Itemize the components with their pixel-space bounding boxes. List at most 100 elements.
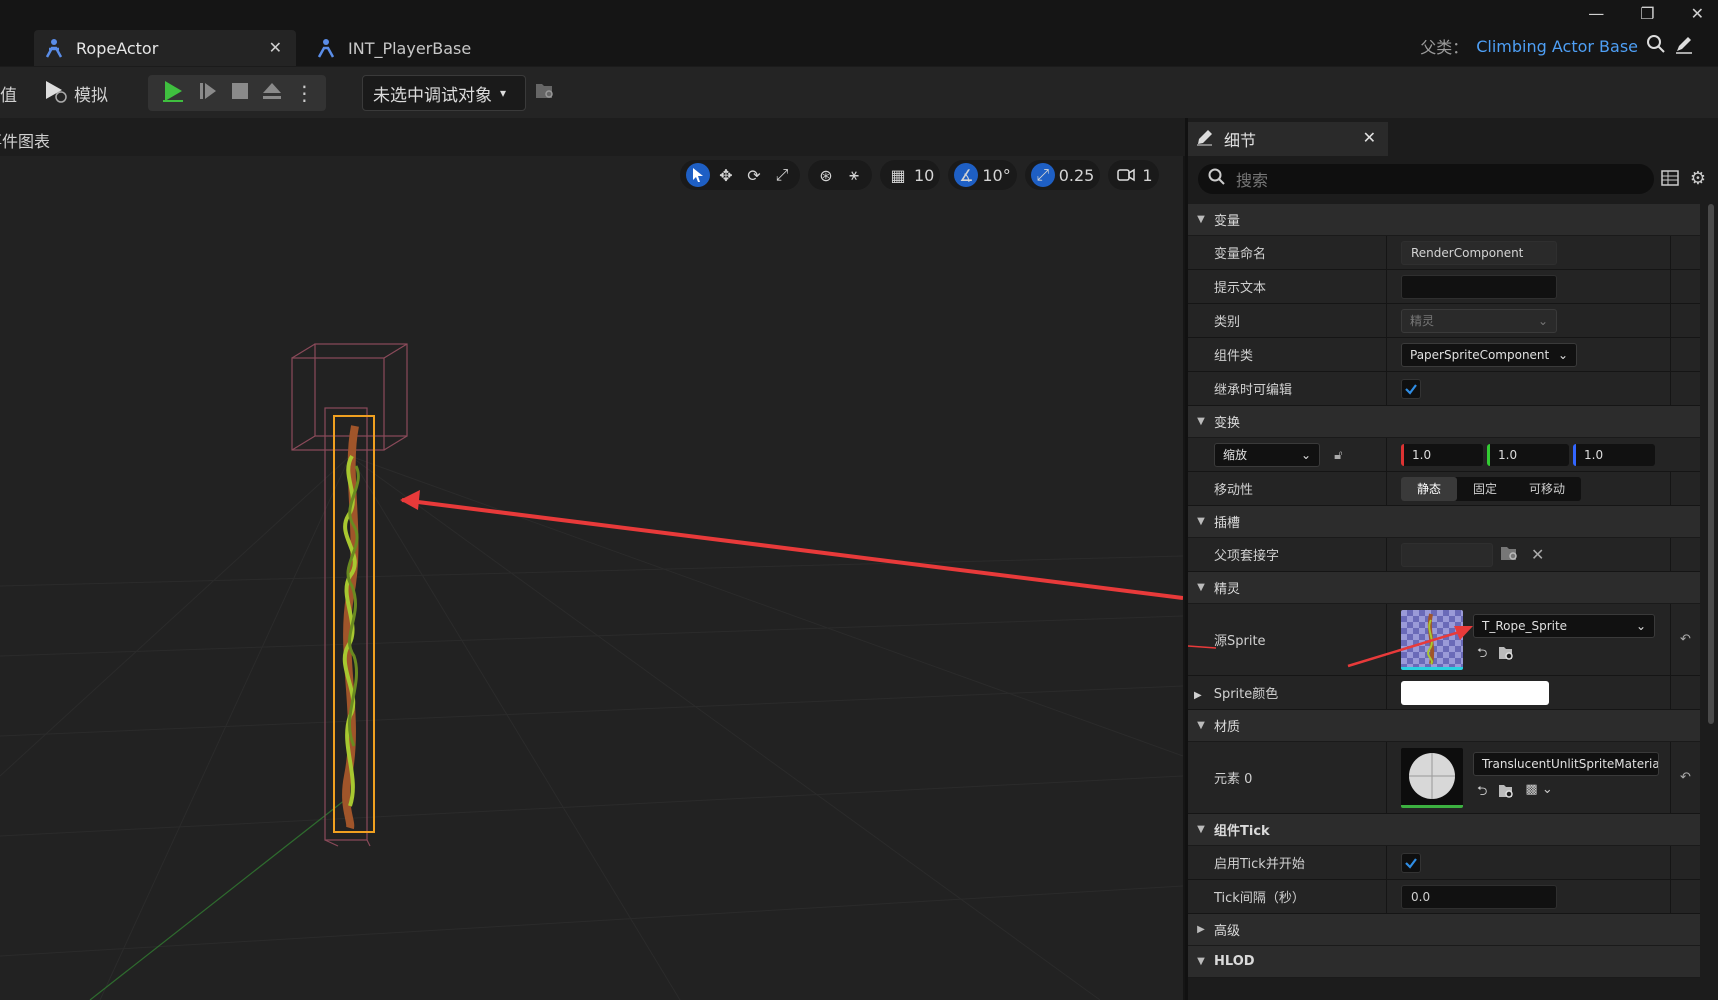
mobility-movable-option[interactable]: 可移动: [1513, 477, 1581, 501]
editable-checkbox[interactable]: [1401, 378, 1421, 399]
collapse-arrow-icon: ▼: [1197, 956, 1205, 967]
close-tab-icon[interactable]: ✕: [269, 38, 282, 57]
row-scale: 缩放 ⌄ 🔓︎ 1.0 1.0 1.0: [1188, 438, 1700, 472]
use-selected-asset-icon[interactable]: ⮌: [1477, 644, 1487, 666]
reset-to-default-icon[interactable]: ↶: [1670, 742, 1700, 813]
material-value: TranslucentUnlitSpriteMaterial: [1482, 756, 1659, 771]
section-hlod[interactable]: ▼ HLOD: [1188, 946, 1700, 978]
eject-icon[interactable]: [261, 80, 283, 106]
scale-z-field[interactable]: 1.0: [1573, 443, 1655, 466]
tab-int-playerbase[interactable]: INT_PlayerBase: [306, 30, 506, 66]
more-options-icon[interactable]: ⋮: [294, 81, 314, 105]
restore-icon[interactable]: ❐: [1640, 4, 1654, 23]
clear-icon[interactable]: ✕: [1531, 545, 1544, 564]
settings-gear-icon[interactable]: ⚙: [1690, 168, 1706, 192]
use-selected-asset-icon[interactable]: ⮌: [1477, 782, 1487, 804]
close-window-icon[interactable]: ✕: [1691, 4, 1704, 23]
row-label: 组件类: [1214, 349, 1254, 364]
value-label: 值: [0, 85, 17, 106]
details-search-input[interactable]: 搜索: [1198, 164, 1654, 194]
viewport[interactable]: ✥ ⟳ ⤢ ⊛ ⚹ ▦ 10 ∡ 10° ⤢ 0.25 1: [0, 156, 1183, 1000]
event-graph-label: 事件图表: [0, 118, 1185, 156]
material-thumbnail[interactable]: [1401, 747, 1463, 808]
row-reset-slot: [1670, 538, 1700, 571]
surface-snap-icon[interactable]: ⚹: [842, 163, 866, 187]
tick-enabled-checkbox[interactable]: [1401, 852, 1421, 873]
parent-class-link[interactable]: Climbing Actor Base: [1476, 37, 1638, 56]
section-variables[interactable]: ▼ 变量: [1188, 204, 1700, 236]
sprite-thumbnail[interactable]: [1401, 609, 1463, 670]
grid-snap-control[interactable]: ▦ 10: [880, 160, 941, 190]
parent-socket-field[interactable]: [1401, 542, 1493, 567]
section-advanced[interactable]: ▶ 高级: [1188, 914, 1700, 946]
tab-rope-actor[interactable]: RopeActor ✕: [34, 30, 296, 66]
move-tool-icon[interactable]: ✥: [714, 163, 738, 187]
category-dropdown[interactable]: 精灵 ⌄: [1401, 308, 1557, 333]
component-class-dropdown[interactable]: PaperSpriteComponent ⌄: [1401, 342, 1577, 367]
scale-snap-control[interactable]: ⤢ 0.25: [1024, 160, 1101, 190]
checkerboard-options-icon[interactable]: ▩ ⌄: [1525, 782, 1552, 804]
unlock-icon[interactable]: 🔓︎: [1334, 448, 1342, 463]
browse-asset-icon[interactable]: [1497, 644, 1515, 666]
viewport-scene: [0, 343, 1183, 1000]
mobility-static-option[interactable]: 静态: [1401, 476, 1458, 501]
stop-icon[interactable]: [230, 81, 250, 105]
camera-speed-control[interactable]: 1: [1108, 160, 1159, 190]
section-sockets[interactable]: ▼ 插槽: [1188, 506, 1700, 538]
row-value: ✕: [1386, 538, 1670, 571]
graph-title: 事件图表: [0, 132, 51, 151]
row-label: 提示文本: [1214, 281, 1267, 296]
select-tool-icon[interactable]: [686, 163, 710, 187]
tooltip-field[interactable]: [1401, 274, 1557, 299]
rotation-snap-control[interactable]: ∡ 10°: [948, 160, 1017, 190]
annotation-arrow-head: [400, 490, 420, 510]
scale-mode-dropdown[interactable]: 缩放 ⌄: [1214, 442, 1320, 467]
value-button[interactable]: 值: [0, 77, 17, 109]
section-title: 组件Tick: [1214, 824, 1270, 839]
simulate-button[interactable]: 模拟: [42, 77, 108, 109]
section-sprite[interactable]: ▼ 精灵: [1188, 572, 1700, 604]
scale-tool-icon[interactable]: ⤢: [770, 163, 794, 187]
table-view-icon[interactable]: [1660, 168, 1680, 192]
grid-snap-value: 10: [914, 165, 935, 185]
world-local-icon[interactable]: ⊛: [814, 163, 838, 187]
component-class-value: PaperSpriteComponent: [1410, 347, 1550, 362]
mobility-stationary-option[interactable]: 固定: [1457, 477, 1513, 501]
sprite-color-swatch[interactable]: [1401, 680, 1549, 705]
scale-x-field[interactable]: 1.0: [1401, 443, 1483, 466]
section-component-tick[interactable]: ▼ 组件Tick: [1188, 814, 1700, 846]
row-reset-slot: [1670, 338, 1700, 371]
section-title: 材质: [1214, 720, 1241, 735]
source-sprite-dropdown[interactable]: T_Rope_Sprite ⌄: [1473, 613, 1655, 638]
browse-debug-button[interactable]: [534, 77, 556, 109]
edit-icon[interactable]: [1674, 34, 1694, 58]
parent-class: 父类： Climbing Actor Base: [1420, 34, 1694, 58]
browse-asset-icon[interactable]: [1497, 782, 1515, 804]
section-title: 变换: [1214, 416, 1241, 431]
folder-search-icon[interactable]: [1499, 543, 1519, 567]
row-reset-slot: [1670, 236, 1700, 269]
row-reset-slot: [1670, 372, 1700, 405]
scale-y-field[interactable]: 1.0: [1487, 443, 1569, 466]
simulate-label: 模拟: [74, 85, 108, 106]
row-label: 缩放 ⌄ 🔓︎: [1188, 442, 1386, 467]
section-transform[interactable]: ▼ 变换: [1188, 406, 1700, 438]
blueprint-interface-icon: [314, 36, 338, 60]
play-icon[interactable]: [160, 78, 186, 108]
variable-name-field[interactable]: RenderComponent: [1401, 240, 1557, 265]
rotate-tool-icon[interactable]: ⟳: [742, 163, 766, 187]
details-scrollbar[interactable]: [1708, 204, 1714, 724]
tick-interval-field[interactable]: 0.0: [1401, 884, 1557, 909]
close-details-icon[interactable]: ✕: [1363, 128, 1376, 147]
step-forward-icon[interactable]: [197, 80, 219, 106]
debug-object-dropdown[interactable]: 未选中调试对象 ▾: [362, 75, 526, 111]
minimize-icon[interactable]: —: [1588, 4, 1604, 23]
section-materials[interactable]: ▼ 材质: [1188, 710, 1700, 742]
pencil-icon: [1196, 128, 1214, 150]
reset-to-default-icon[interactable]: ↶: [1670, 604, 1700, 675]
details-tab[interactable]: 细节 ✕: [1188, 122, 1388, 156]
material-dropdown[interactable]: TranslucentUnlitSpriteMaterial: [1473, 751, 1659, 776]
expand-arrow-icon[interactable]: ▶: [1194, 690, 1202, 701]
scale-snap-value: 0.25: [1058, 165, 1095, 185]
search-icon[interactable]: [1646, 34, 1666, 58]
